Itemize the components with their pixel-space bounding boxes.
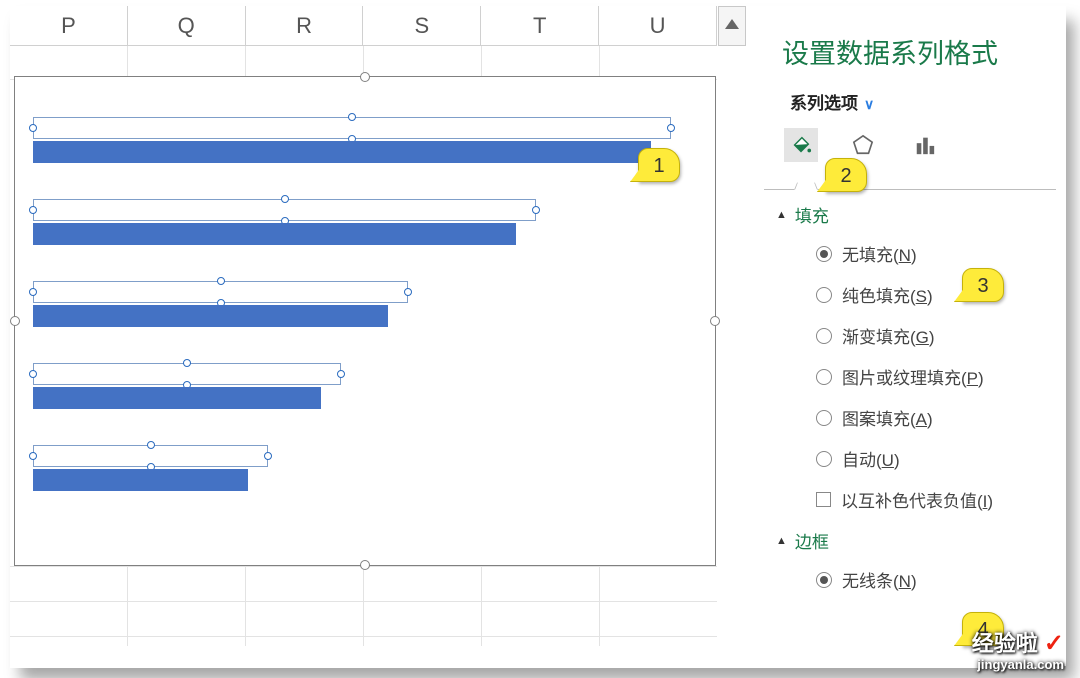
callout-3: 3: [962, 268, 1004, 302]
collapse-triangle-icon: ▲: [776, 209, 787, 221]
fill-option-pattern[interactable]: 图案填充(A): [816, 405, 1048, 430]
col-header[interactable]: U: [599, 6, 717, 46]
effects-tab[interactable]: [846, 128, 880, 162]
series2-bar[interactable]: [33, 387, 321, 409]
series2-bar[interactable]: [33, 469, 248, 491]
callout-1: 1: [638, 148, 680, 182]
radio-icon: [816, 410, 832, 426]
radio-icon: [816, 572, 832, 588]
resize-handle-icon[interactable]: [360, 72, 370, 82]
radio-icon: [816, 287, 832, 303]
callout-2: 2: [825, 158, 867, 192]
watermark: 经验啦 ✓ jingyanla.com: [972, 631, 1064, 672]
checkbox-icon: [816, 492, 831, 507]
paint-bucket-icon: [790, 134, 812, 156]
series-options-tab[interactable]: [908, 128, 942, 162]
col-header[interactable]: S: [363, 6, 481, 46]
border-section-header[interactable]: ▲ 边框: [776, 528, 1048, 553]
panel-title: 设置数据系列格式: [782, 32, 1048, 71]
col-header[interactable]: R: [246, 6, 364, 46]
series-options-dropdown[interactable]: 系列选项∨: [790, 89, 1048, 114]
series2-bar[interactable]: [33, 223, 516, 245]
fill-line-tab[interactable]: [784, 128, 818, 162]
column-headers: P Q R S T U: [10, 6, 717, 46]
col-header[interactable]: T: [481, 6, 599, 46]
pentagon-icon: [852, 134, 874, 156]
fill-option-picture[interactable]: 图片或纹理填充(P): [816, 364, 1048, 389]
scroll-up-button[interactable]: [718, 6, 746, 46]
fill-option-none[interactable]: 无填充(N): [816, 241, 1048, 266]
col-header[interactable]: Q: [128, 6, 246, 46]
chevron-down-icon: ∨: [864, 96, 874, 112]
radio-icon: [816, 328, 832, 344]
chart-plot-area[interactable]: [33, 117, 703, 547]
resize-handle-icon[interactable]: [710, 316, 720, 326]
resize-handle-icon[interactable]: [360, 560, 370, 570]
fill-option-solid[interactable]: 纯色填充(S): [816, 282, 1048, 307]
radio-icon: [816, 246, 832, 262]
border-option-none[interactable]: 无线条(N): [816, 567, 1048, 592]
spreadsheet-area: P Q R S T U: [10, 6, 746, 666]
resize-handle-icon[interactable]: [10, 316, 20, 326]
series2-bar[interactable]: [33, 141, 651, 163]
chart-object[interactable]: [14, 76, 716, 566]
fill-option-gradient[interactable]: 渐变填充(G): [816, 323, 1048, 348]
radio-icon: [816, 451, 832, 467]
col-header[interactable]: P: [10, 6, 128, 46]
collapse-triangle-icon: ▲: [776, 535, 787, 547]
negative-color-checkbox[interactable]: 以互补色代表负值(I): [816, 487, 1048, 512]
fill-section-header[interactable]: ▲ 填充: [776, 202, 1048, 227]
format-pane: 设置数据系列格式 系列选项∨: [746, 6, 1064, 666]
radio-icon: [816, 369, 832, 385]
series2-bar[interactable]: [33, 305, 388, 327]
bar-chart-icon: [914, 134, 936, 156]
fill-option-auto[interactable]: 自动(U): [816, 446, 1048, 471]
